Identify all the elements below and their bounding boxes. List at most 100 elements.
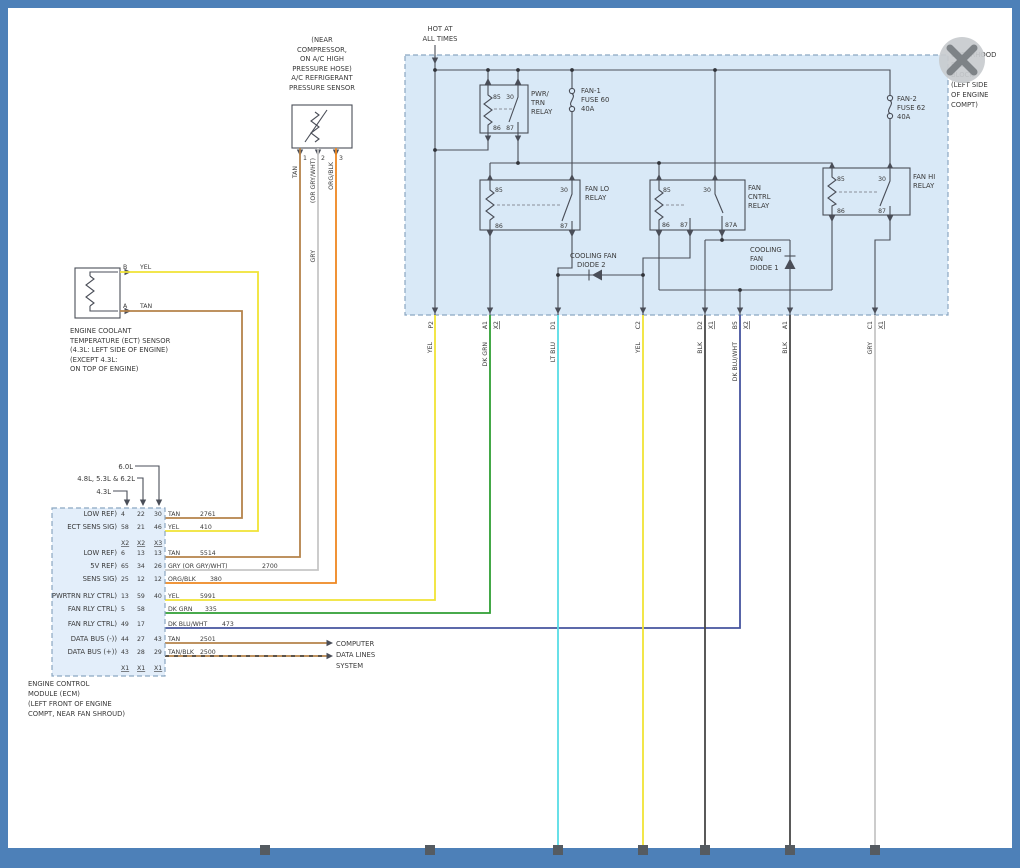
close-button[interactable] — [939, 37, 985, 83]
ecm-circuit-number: 410 — [200, 524, 212, 531]
ecm-pin: 43 — [154, 636, 162, 643]
fuse-label: FUSE 62 — [897, 104, 925, 112]
exit-connector-label: X1 — [878, 321, 885, 329]
relay-name: TRN — [530, 99, 545, 107]
wire-color-label: BLK — [782, 341, 789, 354]
ecm-row-label: LOW REF) — [84, 549, 118, 557]
wire-color-label: DK BLU/WHT — [732, 342, 739, 382]
ecm-wire-color: YEL — [167, 593, 180, 600]
sensor-caption: COMPRESSOR, — [297, 46, 347, 54]
ecm-caption: MODULE (ECM) — [28, 690, 80, 698]
sensor-caption: (NEAR — [311, 36, 333, 44]
wire-color-label: ORG/BLK — [328, 161, 335, 190]
ecm-pin: 13 — [137, 550, 145, 557]
exit-pin-label: C2 — [635, 321, 642, 329]
ecm-pin: 29 — [154, 649, 162, 656]
ecm-pin: 30 — [154, 511, 162, 518]
relay-pin-label: 86 — [662, 222, 670, 229]
ecm-pin: 4 — [121, 511, 125, 518]
hot-at-all-times-label: HOT AT — [427, 25, 453, 33]
ecm-pin: 43 — [121, 649, 129, 656]
ecm-pin: 58 — [121, 524, 129, 531]
ecm-pin: 44 — [121, 636, 129, 643]
ecm-pin: 27 — [137, 636, 145, 643]
ecm-row-label: LOW REF) — [84, 510, 118, 518]
wire-color-label: LT BLU — [550, 342, 557, 362]
ecm-pin: 34 — [137, 563, 145, 570]
ecm-pin: 28 — [137, 649, 145, 656]
ecm-row-label: FAN RLY CTRL) — [68, 620, 118, 628]
ecm-wire-color: GRY (OR GRY/WHT) — [168, 563, 228, 570]
sensor-caption: PRESSURE HOSE) — [292, 65, 352, 73]
sensor-caption: ENGINE COOLANT — [70, 327, 132, 335]
relay-pin-label: 86 — [837, 208, 845, 215]
ecm-pin: 17 — [137, 621, 145, 628]
ecm-connector-id: X1 — [121, 665, 129, 672]
diagram-viewer-window: HOT AT ALL TIMES 85 30 86 87 PWR/ TRN RE… — [0, 0, 1020, 868]
diode-label: DIODE 2 — [577, 261, 606, 269]
wire-color-label: YEL — [635, 341, 642, 354]
relay-pin-label: 86 — [495, 223, 503, 230]
variant-label: 4.3L — [96, 488, 111, 496]
ecm-caption: ENGINE CONTROL — [28, 680, 90, 688]
relay-pin-label: 87 — [878, 208, 886, 215]
ecm-wire-color: TAN — [167, 511, 181, 518]
ecm-wire-color: TAN/BLK — [167, 649, 195, 656]
ecm-connector-id: X2 — [137, 540, 145, 547]
ecm-row-label: DATA BUS (-)) — [71, 635, 118, 643]
ecm-circuit-number: 5991 — [200, 593, 216, 600]
ecm-circuit-number: 473 — [222, 621, 234, 628]
ecm-row-label: SENS SIG) — [83, 575, 118, 583]
wiring-diagram: HOT AT ALL TIMES 85 30 86 87 PWR/ TRN RE… — [0, 0, 1020, 868]
variant-label: 4.8L, 5.3L & 6.2L — [77, 475, 135, 483]
ecm-pin: 46 — [154, 524, 162, 531]
ecm-connector-id: X1 — [154, 665, 162, 672]
exit-connector-label: X2 — [743, 321, 750, 329]
ecm-wire-color: TAN — [167, 550, 181, 557]
ecm-connector-id: X2 — [121, 540, 129, 547]
wire-color-label: GRY — [867, 342, 874, 355]
relay-pin-label: 30 — [703, 187, 711, 194]
sensor-caption: TEMPERATURE (ECT) SENSOR — [69, 337, 171, 345]
wire-color-label: TAN — [292, 166, 299, 180]
sensor-pin-number: 1 — [303, 155, 307, 162]
ecm-circuit-number: 2500 — [200, 649, 216, 656]
ecm-pin: 65 — [121, 563, 129, 570]
relay-pin-label: 30 — [560, 187, 568, 194]
ecm-row-label: 5V REF) — [90, 562, 117, 570]
relay-pin-label: 87 — [680, 222, 688, 229]
relay-pin-label: 85 — [663, 187, 671, 194]
ecm-pin: 25 — [121, 576, 129, 583]
relay-pin-label: 86 — [493, 125, 501, 132]
fuse-block-outline — [405, 55, 948, 315]
wire-color-label: TAN — [139, 303, 153, 310]
exit-pin-label: D2 — [697, 321, 704, 330]
fuse-label: FAN-1 — [581, 87, 601, 95]
sensor-caption: A/C REFRIGERANT — [291, 74, 353, 82]
relay-pin-label: 85 — [493, 94, 501, 101]
ecm-pin: 26 — [154, 563, 162, 570]
ecm-pin: 49 — [121, 621, 129, 628]
data-lines-label: COMPUTER — [336, 640, 374, 648]
relay-pin-label: 87 — [560, 223, 568, 230]
hot-at-all-times-label: ALL TIMES — [422, 35, 457, 43]
relay-name: PWR/ — [531, 90, 550, 98]
ecm-pin: 13 — [154, 550, 162, 557]
exit-pin-label: A1 — [482, 321, 489, 329]
variant-label: 6.0L — [118, 463, 133, 471]
relay-name: FAN — [748, 184, 761, 192]
relay-name: RELAY — [585, 194, 607, 202]
exit-pin-label: D1 — [550, 321, 557, 330]
ecm-circuit-number: 335 — [205, 606, 217, 613]
ecm-row-label: DATA BUS (+)) — [68, 648, 118, 656]
sensor-caption: PRESSURE SENSOR — [289, 84, 355, 92]
sensor-caption: (4.3L: LEFT SIDE OF ENGINE) — [70, 346, 168, 354]
relay-pin-label: 87A — [725, 222, 738, 229]
data-lines-label: DATA LINES — [336, 651, 375, 659]
ecm-pin: 13 — [121, 593, 129, 600]
ecm-pin: 12 — [154, 576, 162, 583]
ecm-wire-color: YEL — [167, 524, 180, 531]
ecm-wire-color: ORG/BLK — [168, 576, 197, 583]
exit-pin-label: P2 — [428, 321, 435, 329]
ecm-caption: (LEFT FRONT OF ENGINE — [28, 700, 112, 708]
